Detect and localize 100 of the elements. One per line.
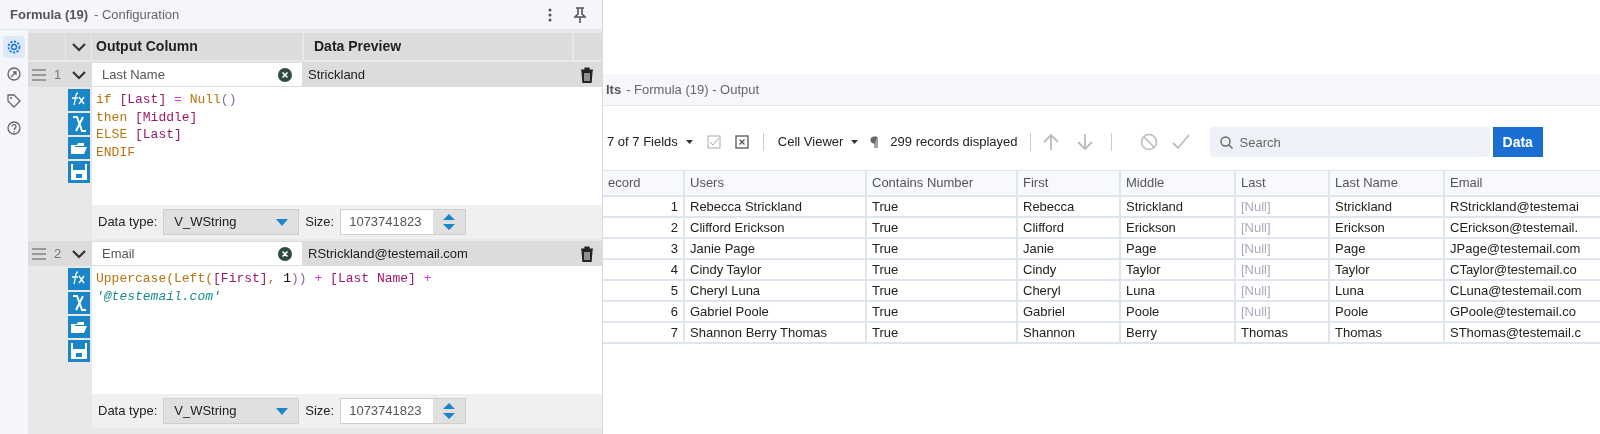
chevron-down-icon[interactable] [70, 68, 87, 81]
row-number: 2 [54, 244, 62, 263]
function-icon[interactable] [67, 89, 90, 111]
table-cell: Rebecca [1018, 197, 1121, 216]
table-cell: Strickland [1121, 197, 1236, 216]
fields-dropdown[interactable]: 7 of 7 Fields [607, 132, 693, 152]
panel-title: lts [606, 80, 622, 99]
data-tab[interactable]: Data [1492, 127, 1543, 157]
table-cell: JPage@testemail.com [1445, 239, 1600, 258]
data-preview: RStrickland@testemail.com [307, 244, 469, 263]
table-cell: SThomas@testemail.c [1445, 323, 1600, 342]
function-icon[interactable] [67, 268, 90, 290]
caret-down-icon [685, 140, 693, 144]
column-header: Data Preview [304, 33, 572, 60]
table-cell: Cheryl [1018, 281, 1121, 300]
table-cell: 7 [603, 323, 685, 342]
records-count: 299 records displayed [890, 133, 1018, 152]
checkmark-icon[interactable] [1171, 134, 1190, 150]
sidebar-tab[interactable] [3, 36, 25, 58]
data-type-dropdown[interactable]: V_WString [163, 209, 300, 235]
column-header: Contains Number [867, 171, 1018, 195]
drag-handle-icon[interactable] [32, 247, 46, 260]
folder-icon[interactable] [67, 137, 90, 159]
formula-editor[interactable]: Uppercase(Left([First], 1)) + [Last Name] + '@testemail.com' [92, 266, 602, 394]
table-cell: Gabriel Poole [685, 302, 867, 321]
column-header: Last Name [1330, 171, 1445, 195]
table-cell: [Null] [1236, 281, 1330, 300]
table-cell: Page [1121, 239, 1236, 258]
table-cell: Page [1330, 239, 1445, 258]
column-header: First [1018, 171, 1121, 195]
data-type-dropdown[interactable]: V_WString [163, 398, 300, 424]
save-icon[interactable] [67, 340, 90, 362]
pilcrow-icon[interactable] [870, 136, 879, 148]
panel-subtitle: - Formula (19) - Output [626, 80, 760, 99]
help-icon [6, 120, 22, 136]
trash-icon[interactable] [580, 66, 594, 83]
size-spinner[interactable]: 1073741823 [340, 398, 467, 424]
table-cell: True [867, 281, 1018, 300]
table-cell: Clifford [1018, 218, 1121, 237]
table-cell: Luna [1121, 281, 1236, 300]
table-cell: Poole [1121, 302, 1236, 321]
table-cell: Cindy Taylor [685, 260, 867, 279]
table-cell: [Null] [1236, 302, 1330, 321]
table-cell: 6 [603, 302, 685, 321]
folder-icon[interactable] [67, 316, 90, 338]
table-cell: Janie Page [685, 239, 867, 258]
pin-icon[interactable] [574, 6, 586, 23]
column-header: Middle [1121, 171, 1236, 195]
table-cell: True [867, 323, 1018, 342]
table-cell: Gabriel [1018, 302, 1121, 321]
table-cell: Poole [1330, 302, 1445, 321]
more-icon[interactable] [548, 7, 552, 22]
table-cell: [Null] [1236, 260, 1330, 279]
table-cell: [Null] [1236, 239, 1330, 258]
trash-icon[interactable] [580, 245, 594, 262]
table-cell: Clifford Erickson [685, 218, 867, 237]
variable-icon[interactable] [67, 292, 90, 314]
chevron-down-icon[interactable] [70, 40, 87, 53]
search-field[interactable]: Search [1209, 127, 1490, 157]
formula-editor[interactable]: if [Last] = Null() then [Middle] ELSE [Last] ENDIF [92, 87, 602, 205]
row-number: 1 [54, 65, 62, 84]
output-column-field[interactable]: Last Name [92, 63, 302, 86]
cell-viewer-dropdown[interactable]: Cell Viewer [777, 132, 859, 152]
column-header: Email [1445, 171, 1600, 195]
table-cell: 2 [603, 218, 685, 237]
save-icon[interactable] [67, 161, 90, 183]
size-label: Size: [305, 402, 335, 421]
table-cell: CTaylor@testemail.co [1445, 260, 1600, 279]
table-cell: Strickland [1330, 197, 1445, 216]
clear-icon[interactable] [278, 67, 292, 82]
table-cell: Cheryl Luna [685, 281, 867, 300]
tag-icon [6, 93, 22, 109]
spinner-arrows-icon [443, 403, 456, 419]
table-cell: True [867, 302, 1018, 321]
table-cell: Janie [1018, 239, 1121, 258]
search-icon [1219, 136, 1233, 149]
caret-down-icon [276, 407, 289, 415]
size-label: Size: [305, 213, 335, 232]
table-cell: Taylor [1330, 260, 1445, 279]
column-header: Last [1236, 171, 1330, 195]
settings-icon [6, 39, 22, 55]
clear-icon[interactable] [278, 246, 292, 261]
checkbox-icon[interactable] [706, 135, 721, 149]
table-cell: Thomas [1330, 323, 1445, 342]
table-cell: True [867, 218, 1018, 237]
table-cell: Shannon Berry Thomas [685, 323, 867, 342]
drag-handle-icon[interactable] [32, 68, 46, 81]
table-cell: CErickson@testemail. [1445, 218, 1600, 237]
deselect-icon[interactable] [734, 135, 749, 149]
caret-down-icon [851, 140, 859, 144]
table-cell: Shannon [1018, 323, 1121, 342]
table-cell: CLuna@testemail.com [1445, 281, 1600, 300]
chevron-down-icon[interactable] [70, 247, 87, 260]
data-type-label: Data type: [98, 213, 158, 232]
variable-icon[interactable] [67, 113, 90, 135]
output-column-field[interactable]: Email [92, 242, 302, 265]
data-preview: Strickland [307, 65, 367, 84]
table-cell: 3 [603, 239, 685, 258]
table-cell: [Null] [1236, 218, 1330, 237]
size-spinner[interactable]: 1073741823 [340, 209, 467, 235]
